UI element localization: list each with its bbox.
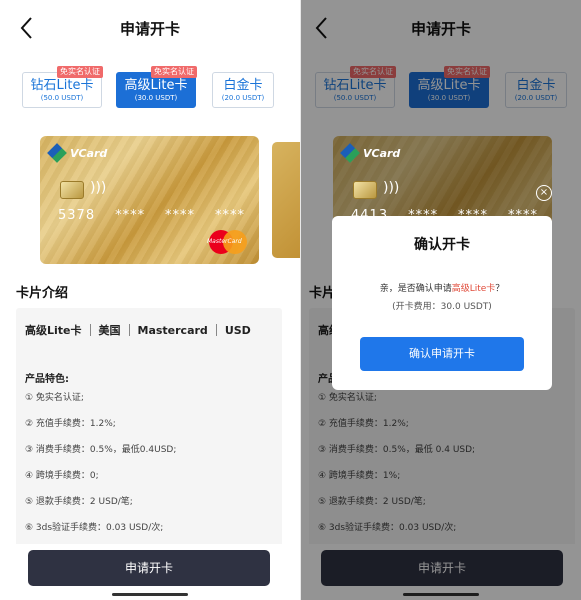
feature-item: ③ 消费手续费：0.5%，最低0.4USD; — [25, 445, 177, 455]
card-brand: VCard — [340, 143, 400, 163]
page-title: 申请开卡 — [119, 20, 180, 38]
chip-icon — [353, 181, 377, 199]
feature-item: ④ 跨境手续费：0; — [25, 471, 99, 481]
card-intro-title: 卡片介绍 — [16, 286, 69, 301]
card-image[interactable]: VCard ))) 5378 **** **** **** MasterCard — [40, 136, 259, 264]
close-icon[interactable]: × — [536, 185, 552, 201]
feature-item: ② 充值手续费：1.2%; — [25, 419, 116, 429]
stage: 申请开卡 免实名认证 钻石Lite卡 (50.0 USDT) 免实名认证 高级L… — [0, 0, 581, 600]
confirm-dialog: 确认开卡 亲，是否确认申请高级Lite卡？ (开卡费用：30.0 USDT) 确… — [332, 216, 552, 390]
vcard-logo-icon — [340, 143, 360, 163]
next-card-preview[interactable] — [272, 142, 300, 258]
confirm-dialog-screen: 申请开卡 免实名认证 钻石Lite卡 (50.0 USDT) 免实名认证 高级L… — [301, 0, 581, 600]
tab-price: (30.0 USDT) — [134, 94, 178, 102]
card-number: 4413 **** **** **** — [351, 208, 538, 223]
card-number: 5378 **** **** **** — [58, 208, 245, 223]
dialog-fee: (开卡费用：30.0 USDT) — [392, 302, 492, 312]
apply-card-button[interactable]: 申请开卡 — [28, 550, 270, 586]
features-title: 产品特色: — [25, 374, 69, 385]
tab-price: (20.0 USDT) — [221, 94, 265, 102]
kyc-free-badge: 免实名认证 — [57, 66, 103, 78]
highlight-card-name: 高级Lite卡 — [451, 284, 496, 294]
dialog-message: 亲，是否确认申请高级Lite卡？ — [379, 284, 505, 294]
dialog-title: 确认开卡 — [414, 237, 470, 253]
tab-label: 白金卡 — [223, 78, 263, 93]
bottom-bar: 申请开卡 — [0, 544, 300, 600]
contactless-icon: ))) — [383, 180, 400, 196]
feature-item: ① 免实名认证; — [25, 393, 84, 403]
feature-item: ⑥ 3ds验证手续费：0.03 USD/次; — [25, 523, 164, 533]
tab-premium[interactable]: 免实名认证 高级Lite卡 (30.0 USDT) — [116, 66, 197, 108]
chip-icon — [60, 181, 84, 199]
card-intro-panel: 高级Lite卡 美国 Mastercard USD 产品特色: ① 免实名认证;… — [16, 308, 282, 548]
home-indicator — [112, 593, 188, 596]
tab-diamond[interactable]: 免实名认证 钻石Lite卡 (50.0 USDT) — [22, 66, 103, 108]
card-spec-row: 高级Lite卡 美国 Mastercard USD — [25, 323, 251, 338]
contactless-icon: ))) — [90, 180, 107, 196]
apply-card-screen: 申请开卡 免实名认证 钻石Lite卡 (50.0 USDT) 免实名认证 高级L… — [0, 0, 300, 600]
vcard-logo-icon — [47, 143, 67, 163]
tab-price: (50.0 USDT) — [40, 94, 84, 102]
kyc-free-badge: 免实名认证 — [151, 66, 197, 78]
mastercard-logo-icon: MasterCard — [207, 230, 247, 254]
card-brand: VCard — [47, 143, 107, 163]
header: 申请开卡 — [0, 0, 300, 56]
tab-platinum[interactable]: 白金卡 (20.0 USDT) — [212, 72, 274, 108]
tab-label: 钻石Lite卡 — [30, 78, 94, 93]
tab-label: 高级Lite卡 — [124, 78, 188, 93]
feature-item: ⑤ 退款手续费：2 USD/笔; — [25, 497, 133, 507]
confirm-apply-button[interactable]: 确认申请开卡 — [360, 337, 524, 371]
